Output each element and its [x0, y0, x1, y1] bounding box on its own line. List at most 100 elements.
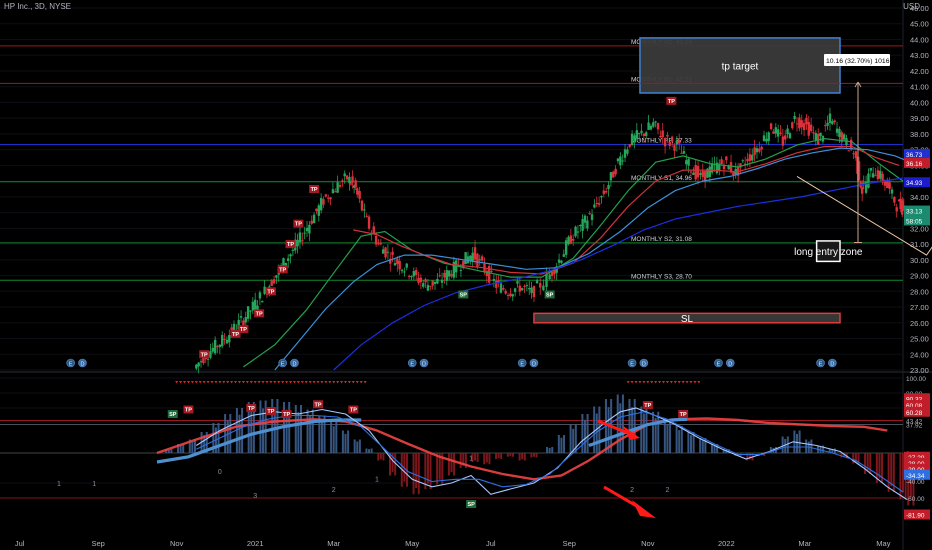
- candle-body: [838, 128, 841, 137]
- osc-histogram-bar: [551, 447, 554, 453]
- osc-signal-label: TP: [644, 403, 651, 409]
- candle-body: [478, 259, 481, 261]
- candle-body: [513, 288, 517, 292]
- event-icon-label: D: [80, 362, 84, 368]
- candle-body: [833, 120, 836, 123]
- candle-body: [562, 254, 565, 257]
- osc-histogram-bar: [299, 405, 302, 453]
- candle-body: [377, 243, 380, 245]
- candle-body: [572, 238, 575, 241]
- candle-body: [338, 185, 342, 187]
- candle-body: [223, 338, 226, 340]
- candle-body: [791, 122, 794, 129]
- candle-body: [275, 275, 278, 278]
- candle-body: [436, 279, 439, 284]
- osc-histogram-bar: [495, 453, 498, 459]
- signal-label: SP: [460, 292, 468, 298]
- candle-body: [576, 231, 580, 233]
- osc-count-label: 1: [375, 477, 379, 484]
- candle-body: [574, 226, 577, 237]
- candle-body: [769, 123, 773, 130]
- candle-body: [358, 190, 361, 199]
- candle-body: [895, 207, 898, 212]
- osc-histogram-bar: [241, 408, 244, 453]
- measure-label: 10.16 (32.70%) 1016: [826, 58, 890, 65]
- candle-body: [774, 127, 777, 134]
- candle-body: [263, 286, 266, 294]
- candle-body: [345, 175, 349, 180]
- candle-body: [206, 358, 210, 360]
- candle-body: [652, 122, 655, 127]
- event-icon-label: D: [728, 362, 732, 368]
- osc-histogram-bar: [488, 453, 491, 465]
- zone-label: long entry zone: [794, 247, 863, 258]
- candle-body: [209, 351, 212, 358]
- candle-body: [450, 274, 453, 277]
- candle-body: [251, 301, 255, 311]
- candle-body: [258, 292, 262, 299]
- zone-label: SL: [681, 314, 694, 325]
- y-tick-label: 27.00: [910, 303, 929, 312]
- osc-histogram-bar: [699, 438, 702, 453]
- candle-body: [244, 317, 247, 323]
- candle-body: [680, 152, 683, 154]
- candle-body: [528, 288, 531, 290]
- y-tick-label: 25.00: [910, 335, 929, 344]
- osc-signal-label: TP: [283, 412, 290, 418]
- x-tick-label: Mar: [798, 539, 811, 548]
- osc-histogram-bar: [335, 421, 338, 453]
- candle-body: [317, 205, 320, 216]
- osc-histogram-bar: [701, 440, 704, 453]
- candle-body: [645, 132, 648, 136]
- candle-body: [384, 247, 387, 258]
- osc-histogram-bar: [864, 453, 867, 474]
- candle-body: [788, 133, 792, 139]
- candle-body: [445, 270, 448, 281]
- candle-body: [374, 235, 378, 245]
- candle-body: [826, 122, 829, 126]
- event-icon-label: E: [717, 362, 721, 368]
- y-tick-label: 32.00: [910, 224, 929, 233]
- event-icon-label: D: [532, 362, 536, 368]
- candle-body: [386, 251, 390, 253]
- osc-label-text: -40.00: [906, 479, 925, 486]
- candle-body: [429, 285, 432, 287]
- candle-body: [649, 125, 653, 130]
- osc-histogram-bar: [593, 406, 596, 453]
- price-label-text: 36.73: [906, 152, 923, 159]
- candle-body: [334, 191, 337, 193]
- event-icon-label: D: [422, 362, 426, 368]
- x-tick-label: Jul: [486, 539, 496, 548]
- candle-body: [518, 285, 522, 292]
- candle-body: [246, 306, 250, 319]
- osc-histogram-bar: [453, 453, 456, 476]
- candle-body: [499, 283, 503, 293]
- candle-body: [433, 281, 437, 284]
- candle-body: [360, 200, 364, 211]
- y-tick-label: 23.00: [910, 366, 929, 375]
- candle-body: [225, 339, 229, 344]
- candle-body: [871, 173, 875, 178]
- osc-histogram-bar: [546, 447, 549, 453]
- candle-body: [564, 240, 568, 255]
- candle-body: [708, 166, 712, 177]
- candle-body: [696, 166, 700, 178]
- candle-body: [272, 279, 276, 284]
- candle-body: [786, 128, 789, 135]
- candle-body: [336, 182, 339, 193]
- signal-label: TP: [668, 99, 675, 105]
- candle-body: [348, 177, 351, 184]
- candle-body: [741, 160, 745, 162]
- y-tick-label: 41.00: [910, 83, 929, 92]
- candle-body: [760, 146, 763, 150]
- candle-body: [755, 148, 759, 153]
- candle-body: [623, 149, 627, 158]
- candle-body: [569, 235, 573, 244]
- candle-body: [476, 253, 479, 267]
- candle-body: [511, 294, 514, 297]
- y-tick-label: 45.00: [910, 20, 929, 29]
- osc-signal-label: TP: [350, 408, 357, 414]
- trading-chart[interactable]: 46.0045.0044.0043.0042.0041.0040.0039.00…: [0, 0, 932, 550]
- candle-body: [419, 277, 423, 283]
- candle-body: [748, 154, 752, 161]
